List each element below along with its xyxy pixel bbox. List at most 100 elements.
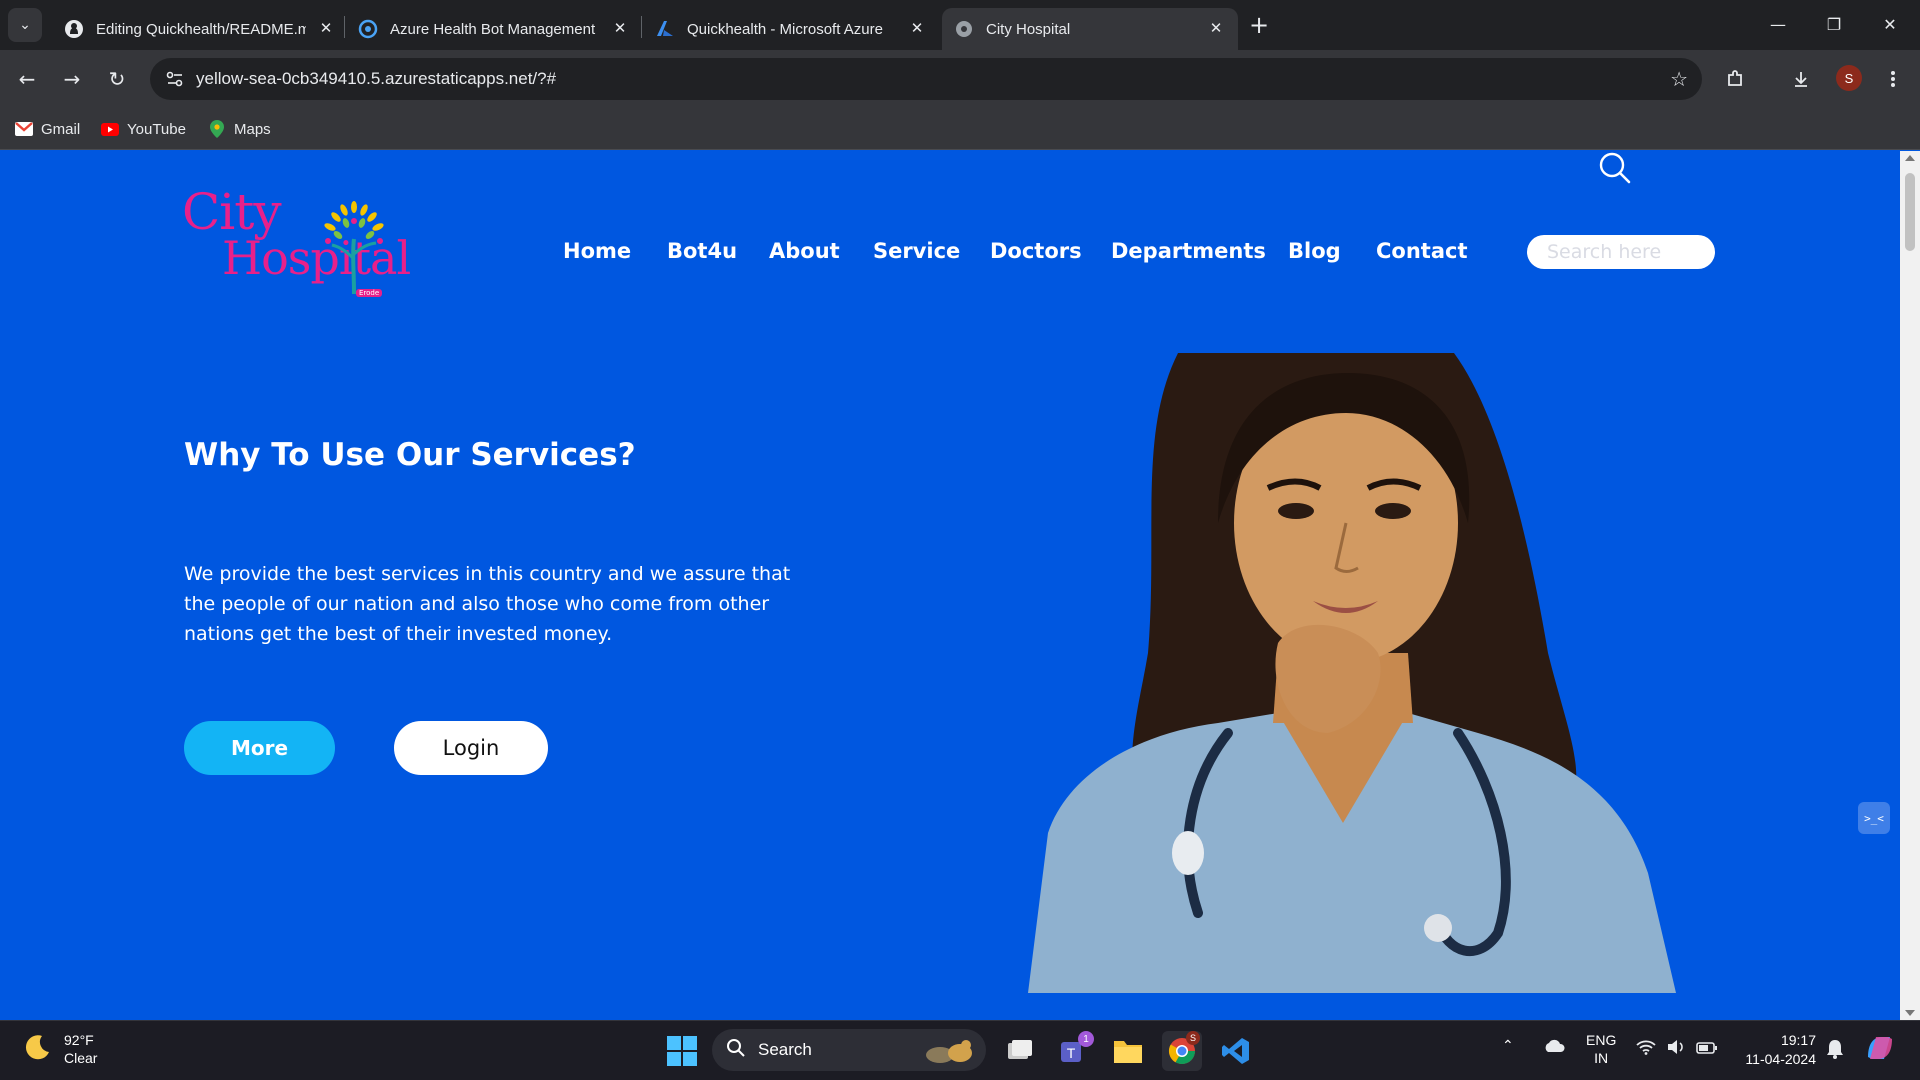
restore-icon: ❐ bbox=[1826, 14, 1842, 34]
clock-date: 11-04-2024 bbox=[1745, 1051, 1816, 1067]
tab-separator bbox=[344, 16, 345, 38]
wifi-icon[interactable] bbox=[1636, 1039, 1656, 1058]
tab-city-hospital[interactable]: City Hospital ✕ bbox=[942, 8, 1238, 50]
chat-bot-widget-button[interactable]: >_< bbox=[1858, 802, 1890, 834]
bookmark-youtube[interactable]: YouTube bbox=[101, 116, 186, 142]
search-icon[interactable] bbox=[1598, 151, 1632, 185]
search-highlight-icon bbox=[920, 1035, 976, 1070]
windows-taskbar: 92°F Clear Search T 1 S ⌃ ENG IN 19:17 1… bbox=[0, 1020, 1920, 1080]
copilot-icon[interactable] bbox=[1864, 1033, 1896, 1066]
extensions-icon[interactable] bbox=[1718, 62, 1752, 96]
arrow-left-icon: ← bbox=[18, 67, 36, 91]
nav-contact[interactable]: Contact bbox=[1376, 239, 1468, 269]
close-icon[interactable]: ✕ bbox=[907, 18, 927, 38]
volume-icon[interactable] bbox=[1666, 1039, 1686, 1058]
nav-about[interactable]: About bbox=[769, 239, 840, 269]
bookmark-label: YouTube bbox=[127, 120, 186, 138]
language-indicator[interactable]: ENG IN bbox=[1586, 1031, 1616, 1067]
bookmark-gmail[interactable]: Gmail bbox=[15, 116, 80, 142]
notification-bell-icon[interactable] bbox=[1826, 1039, 1844, 1062]
tab-search-button[interactable]: ⌄ bbox=[8, 8, 42, 42]
azure-icon bbox=[655, 19, 675, 39]
globe-icon bbox=[954, 19, 974, 39]
moon-icon bbox=[22, 1032, 52, 1067]
menu-kebab-icon[interactable] bbox=[1876, 62, 1910, 96]
bookmark-label: Maps bbox=[234, 120, 271, 138]
search-icon bbox=[726, 1038, 746, 1063]
nav-blog[interactable]: Blog bbox=[1288, 239, 1341, 269]
profile-avatar[interactable]: S bbox=[1836, 65, 1862, 91]
scroll-up-icon[interactable] bbox=[1905, 155, 1915, 161]
login-button[interactable]: Login bbox=[394, 721, 548, 775]
chrome-profile-badge: S bbox=[1186, 1031, 1200, 1045]
taskbar-search-label: Search bbox=[758, 1040, 812, 1059]
site-logo[interactable]: City Hospital Erode bbox=[182, 183, 411, 301]
weather-widget[interactable]: 92°F Clear bbox=[22, 1031, 97, 1067]
onedrive-icon[interactable] bbox=[1543, 1039, 1565, 1056]
tab-title: City Hospital bbox=[986, 20, 1071, 38]
bookmarks-bar: Gmail YouTube Maps bbox=[0, 108, 1920, 150]
reload-button[interactable]: ↻ bbox=[100, 62, 134, 96]
close-icon[interactable]: ✕ bbox=[316, 18, 336, 38]
address-bar[interactable]: yellow-sea-0cb349410.5.azurestaticapps.n… bbox=[150, 58, 1702, 100]
vscode-app[interactable] bbox=[1216, 1031, 1256, 1071]
new-tab-button[interactable]: + bbox=[1244, 10, 1274, 40]
language-line1: ENG bbox=[1586, 1032, 1617, 1048]
health-bot-icon bbox=[358, 19, 378, 39]
nav-doctors[interactable]: Doctors bbox=[990, 239, 1082, 269]
close-icon[interactable]: ✕ bbox=[610, 18, 630, 38]
folder-icon bbox=[1114, 1041, 1142, 1063]
site-info-icon[interactable] bbox=[160, 64, 190, 94]
chevron-up-icon[interactable]: ⌃ bbox=[1502, 1037, 1514, 1054]
scrollbar-thumb[interactable] bbox=[1905, 173, 1915, 251]
weather-temp: 92°F bbox=[64, 1032, 94, 1048]
nav-home[interactable]: Home bbox=[563, 239, 631, 269]
nav-service[interactable]: Service bbox=[873, 239, 960, 269]
teams-badge: 1 bbox=[1078, 1031, 1094, 1047]
gmail-icon bbox=[15, 121, 33, 137]
scroll-down-icon[interactable] bbox=[1905, 1010, 1915, 1016]
tab-title: Azure Health Bot Management bbox=[390, 20, 596, 38]
doctor-hero-image bbox=[1028, 353, 1676, 993]
more-button[interactable]: More bbox=[184, 721, 335, 775]
site-search-input[interactable] bbox=[1527, 235, 1715, 269]
download-icon[interactable] bbox=[1784, 62, 1818, 96]
windows-icon bbox=[667, 1036, 697, 1066]
tab-health-bot[interactable]: Azure Health Bot Management ✕ bbox=[346, 8, 642, 50]
tab-azure[interactable]: Quickhealth - Microsoft Azure ✕ bbox=[643, 8, 939, 50]
tab-title: Quickhealth - Microsoft Azure bbox=[687, 20, 883, 38]
nav-departments[interactable]: Departments bbox=[1111, 239, 1266, 269]
language-line2: IN bbox=[1594, 1050, 1609, 1066]
battery-icon[interactable] bbox=[1696, 1041, 1718, 1057]
back-button[interactable]: ← bbox=[10, 62, 44, 96]
clock-time: 19:17 bbox=[1780, 1032, 1816, 1048]
task-view-icon bbox=[1008, 1040, 1032, 1059]
url-text: yellow-sea-0cb349410.5.azurestaticapps.n… bbox=[196, 69, 557, 88]
task-view-button[interactable] bbox=[1000, 1031, 1040, 1071]
taskbar-search[interactable]: Search bbox=[712, 1029, 986, 1071]
reload-icon: ↻ bbox=[108, 67, 126, 91]
restore-button[interactable]: ❐ bbox=[1806, 0, 1862, 48]
tab-github[interactable]: Editing Quickhealth/README.m ✕ bbox=[52, 8, 348, 50]
nav-bot4u[interactable]: Bot4u bbox=[667, 239, 737, 269]
svg-text:T: T bbox=[1067, 1045, 1076, 1061]
close-icon[interactable]: ✕ bbox=[1206, 18, 1226, 38]
bookmark-maps[interactable]: Maps bbox=[208, 116, 271, 142]
page-scrollbar[interactable] bbox=[1900, 151, 1920, 1020]
file-explorer-app[interactable] bbox=[1108, 1031, 1148, 1071]
github-icon bbox=[64, 19, 84, 39]
system-clock[interactable]: 19:17 11-04-2024 bbox=[1736, 1031, 1816, 1069]
teams-app[interactable]: T 1 bbox=[1054, 1031, 1094, 1071]
chrome-app[interactable]: S bbox=[1162, 1031, 1202, 1071]
hero-title: Why To Use Our Services? bbox=[184, 437, 636, 473]
minimize-icon: — bbox=[1770, 14, 1786, 34]
start-button[interactable] bbox=[662, 1031, 702, 1071]
vscode-icon bbox=[1222, 1038, 1249, 1064]
forward-button[interactable]: → bbox=[55, 62, 89, 96]
close-window-button[interactable]: ✕ bbox=[1862, 0, 1918, 48]
weather-condition: Clear bbox=[64, 1050, 98, 1066]
minimize-button[interactable]: — bbox=[1750, 0, 1806, 48]
bookmark-star-icon[interactable]: ☆ bbox=[1670, 67, 1688, 91]
youtube-icon bbox=[101, 121, 119, 137]
bookmark-label: Gmail bbox=[41, 120, 81, 138]
